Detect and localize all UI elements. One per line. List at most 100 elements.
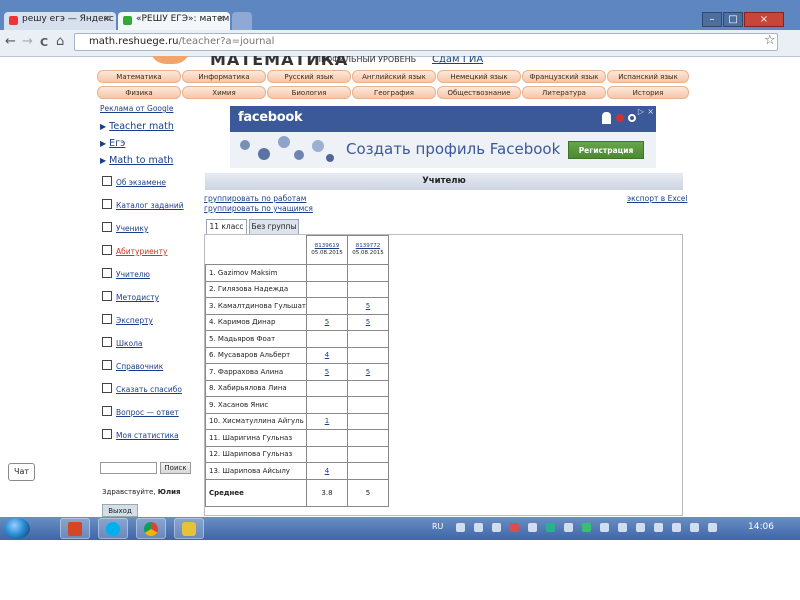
grade-cell[interactable] xyxy=(305,297,348,315)
chat-button[interactable]: Чат xyxy=(8,463,35,481)
grade-link[interactable]: 1 xyxy=(325,417,329,425)
taskbar-app-paint[interactable] xyxy=(174,518,204,539)
grade-cell[interactable] xyxy=(305,396,348,414)
subject-button[interactable]: История xyxy=(607,86,689,99)
tab-class-11[interactable]: 11 класс xyxy=(206,219,247,234)
tray-icon[interactable] xyxy=(690,523,699,532)
grade-cell[interactable]: 5 xyxy=(305,363,348,381)
ad-info-icon[interactable]: ▷ xyxy=(638,107,644,116)
tray-icon[interactable] xyxy=(618,523,627,532)
menu-item-methodist[interactable]: Методисту xyxy=(102,291,159,302)
close-icon[interactable]: × xyxy=(217,14,225,24)
menu-item-faq[interactable]: Вопрос — ответ xyxy=(102,406,179,417)
grade-cell[interactable]: 4 xyxy=(305,346,348,364)
tab-no-group[interactable]: Без группы xyxy=(249,219,299,234)
menu-item-reference[interactable]: Справочник xyxy=(102,360,163,371)
grade-cell[interactable] xyxy=(305,379,348,397)
menu-item-expert[interactable]: Эксперту xyxy=(102,314,153,325)
forward-arrow-icon[interactable]: → xyxy=(22,34,33,49)
grade-link[interactable]: 4 xyxy=(325,467,329,475)
back-arrow-icon[interactable]: ← xyxy=(5,34,16,49)
grade-cell[interactable] xyxy=(346,429,389,447)
grade-link[interactable]: 5 xyxy=(325,368,329,376)
home-icon[interactable]: ⌂ xyxy=(56,34,64,49)
subject-button[interactable]: Испанский язык xyxy=(607,70,689,83)
menu-item-about-exam[interactable]: Об экзамене xyxy=(102,176,166,187)
ege-link[interactable]: Сдам ГИА xyxy=(432,56,483,65)
subject-button[interactable]: Обществознание xyxy=(437,86,521,99)
menu-item-thanks[interactable]: Сказать спасибо xyxy=(102,383,182,394)
close-window-button[interactable]: × xyxy=(744,12,784,27)
facebook-ad-banner[interactable]: facebook ▷ × Создать профиль Facebook Ре… xyxy=(230,106,656,168)
subject-button[interactable]: Английский язык xyxy=(352,70,436,83)
reload-icon[interactable]: C xyxy=(40,36,48,49)
tray-icon[interactable] xyxy=(654,523,663,532)
subject-button[interactable]: Биология xyxy=(267,86,351,99)
grade-cell[interactable] xyxy=(346,330,389,348)
work-id[interactable]: 8139619 xyxy=(315,243,340,249)
grade-cell[interactable] xyxy=(305,429,348,447)
menu-item-school[interactable]: Школа xyxy=(102,337,143,348)
grade-cell[interactable] xyxy=(346,379,389,397)
subject-button[interactable]: Математика xyxy=(97,70,181,83)
menu-item-my-stats[interactable]: Моя статистика xyxy=(102,429,179,440)
menu-item-teacher[interactable]: Учителю xyxy=(102,268,150,279)
grade-cell[interactable] xyxy=(305,264,348,282)
subject-button[interactable]: Немецкий язык xyxy=(437,70,521,83)
minimize-button[interactable]: – xyxy=(702,12,722,27)
grade-cell[interactable]: 5 xyxy=(305,313,348,331)
ad-link[interactable]: ▶ Math to math xyxy=(100,155,173,166)
subject-button[interactable]: Французский язык xyxy=(522,70,606,83)
grade-cell[interactable] xyxy=(305,445,348,463)
grade-cell[interactable] xyxy=(346,346,389,364)
tray-icon[interactable] xyxy=(474,523,483,532)
grade-cell[interactable] xyxy=(346,412,389,430)
taskbar-app-skype[interactable] xyxy=(98,518,128,539)
grade-cell[interactable] xyxy=(305,280,348,298)
tray-icon[interactable] xyxy=(546,523,555,532)
grade-cell[interactable]: 5 xyxy=(346,363,389,381)
work-column-header[interactable]: 8139772 05.08.2015 xyxy=(346,235,389,265)
subject-button[interactable]: Русский язык xyxy=(267,70,351,83)
tray-icon[interactable] xyxy=(672,523,681,532)
grade-cell[interactable]: 5 xyxy=(346,313,389,331)
address-bar[interactable]: math.reshuege.ru/teacher?a=journal xyxy=(74,33,778,51)
language-indicator[interactable]: RU xyxy=(432,522,443,531)
grade-link[interactable]: 4 xyxy=(325,351,329,359)
windows-start-icon[interactable] xyxy=(4,518,30,539)
maximize-button[interactable]: □ xyxy=(723,12,743,27)
subject-button[interactable]: Информатика xyxy=(182,70,266,83)
grade-cell[interactable]: 1 xyxy=(305,412,348,430)
subject-button[interactable]: Физика xyxy=(97,86,181,99)
close-icon[interactable]: × xyxy=(103,14,111,24)
subject-button[interactable]: География xyxy=(352,86,436,99)
menu-item-task-catalog[interactable]: Каталог заданий xyxy=(102,199,184,210)
browser-tab-yandex[interactable]: решу егэ — Яндекс × xyxy=(4,12,116,30)
ads-header[interactable]: Реклама от Google xyxy=(100,104,194,113)
tray-icon[interactable] xyxy=(564,523,573,532)
menu-item-applicant[interactable]: Абитуриенту xyxy=(102,245,167,256)
grade-link[interactable]: 5 xyxy=(366,318,370,326)
group-by-students-link[interactable]: группировать по учащимся xyxy=(204,204,313,213)
tray-icon[interactable] xyxy=(510,523,519,532)
work-column-header[interactable]: 8139619 05.08.2015 xyxy=(305,235,348,265)
tray-icon[interactable] xyxy=(600,523,609,532)
grade-cell[interactable] xyxy=(346,264,389,282)
tray-icon[interactable] xyxy=(582,523,591,532)
grade-cell[interactable]: 5 xyxy=(346,297,389,315)
grade-cell[interactable] xyxy=(346,462,389,480)
tray-icon[interactable] xyxy=(492,523,501,532)
ad-link[interactable]: ▶ Teacher math xyxy=(100,121,174,132)
grade-link[interactable]: 5 xyxy=(325,318,329,326)
grade-link[interactable]: 5 xyxy=(366,302,370,310)
work-id[interactable]: 8139772 xyxy=(356,243,381,249)
grade-cell[interactable] xyxy=(346,396,389,414)
grade-cell[interactable] xyxy=(346,280,389,298)
tray-icon[interactable] xyxy=(708,523,717,532)
new-tab-button[interactable] xyxy=(232,12,252,30)
grade-link[interactable]: 5 xyxy=(366,368,370,376)
subject-button[interactable]: Литература xyxy=(522,86,606,99)
logout-button[interactable]: Выход xyxy=(102,504,138,517)
grade-cell[interactable] xyxy=(305,330,348,348)
taskbar-app-chrome[interactable] xyxy=(136,518,166,539)
